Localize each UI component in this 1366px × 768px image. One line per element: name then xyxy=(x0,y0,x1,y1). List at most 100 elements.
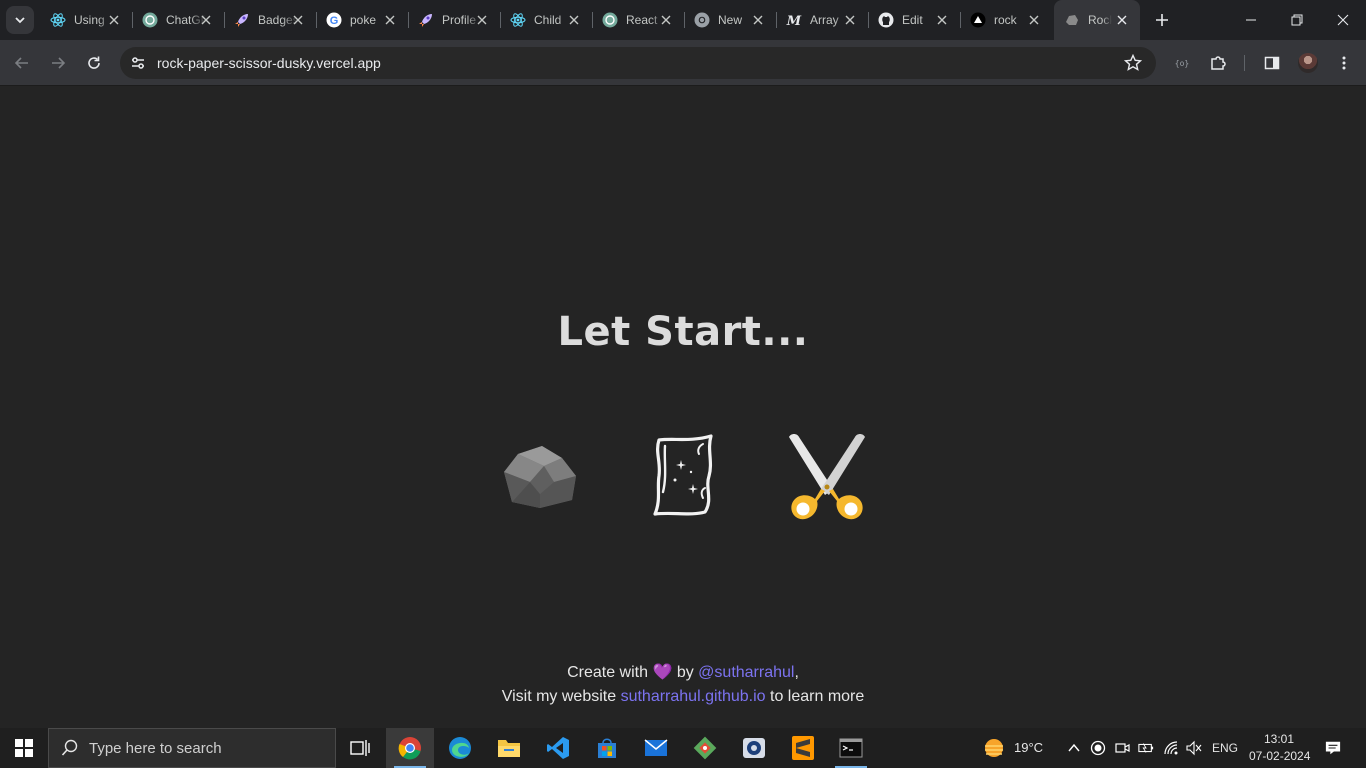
record-icon[interactable] xyxy=(1090,740,1106,756)
close-icon[interactable] xyxy=(290,12,306,28)
close-icon[interactable] xyxy=(382,12,398,28)
clock-date[interactable]: 07-02-2024 xyxy=(1249,749,1310,763)
close-icon[interactable] xyxy=(934,12,950,28)
svg-text:M: M xyxy=(786,14,802,28)
chatgpt-icon xyxy=(142,12,158,28)
menu-button[interactable] xyxy=(1330,49,1358,77)
tab-rock-vercel[interactable]: rock xyxy=(960,6,1052,34)
footer-learn-more: to learn more xyxy=(770,688,865,705)
taskbar-obs[interactable] xyxy=(730,728,778,768)
tab-rock-active[interactable]: Rock xyxy=(1054,0,1140,40)
speaker-muted-icon[interactable] xyxy=(1186,740,1202,756)
taskbar-git[interactable] xyxy=(681,728,729,768)
author-link[interactable]: @sutharrahul xyxy=(698,664,794,681)
close-icon[interactable] xyxy=(106,12,122,28)
close-icon[interactable] xyxy=(1026,12,1042,28)
weather-temp[interactable]: 19°C xyxy=(1014,740,1043,755)
wifi-icon[interactable] xyxy=(1163,740,1179,756)
taskbar-edge[interactable] xyxy=(436,728,484,768)
close-icon[interactable] xyxy=(750,12,766,28)
footer-comma: , xyxy=(794,664,799,681)
close-icon[interactable] xyxy=(198,12,214,28)
tab-profile[interactable]: Profile xyxy=(408,6,501,34)
page-title: Let Start... xyxy=(557,309,809,355)
chrome-icon xyxy=(398,737,421,760)
vscode-icon xyxy=(547,737,569,759)
notification-icon[interactable] xyxy=(1325,740,1341,756)
tab-new[interactable]: New xyxy=(684,6,777,34)
react-icon xyxy=(510,12,526,28)
taskbar-mail[interactable] xyxy=(632,728,680,768)
git-icon xyxy=(693,736,717,760)
footer-visit-text: Visit my website xyxy=(501,688,617,705)
close-icon[interactable] xyxy=(842,12,858,28)
website-link[interactable]: sutharrahul.github.io xyxy=(621,688,766,705)
svg-text:G: G xyxy=(330,15,339,27)
react-icon xyxy=(50,12,66,28)
bookmark-star-icon[interactable] xyxy=(1124,54,1142,72)
address-bar[interactable]: rock-paper-scissor-dusky.vercel.app xyxy=(120,47,1156,79)
tab-array[interactable]: M Array xyxy=(776,6,869,34)
tab-chatgpt[interactable]: ChatGPT xyxy=(132,6,225,34)
taskbar-chrome[interactable] xyxy=(386,728,434,768)
puzzle-icon xyxy=(1211,56,1226,70)
tab-edit[interactable]: Edit xyxy=(868,6,961,34)
clock-time[interactable]: 13:01 xyxy=(1264,732,1294,746)
tab-strip: Using ChatGPT Badges G poke Profile Chil… xyxy=(0,0,1366,40)
rocket-icon xyxy=(418,12,434,28)
chatgpt-icon xyxy=(602,12,618,28)
footer-line-2: Visit my website sutharrahul.github.io t… xyxy=(0,685,1366,709)
svg-text:{o}: {o} xyxy=(1175,59,1189,68)
taskbar-search-box[interactable]: Type here to search xyxy=(48,728,336,768)
taskbar-vscode[interactable] xyxy=(534,728,582,768)
rock-choice-button[interactable] xyxy=(498,440,580,512)
taskbar-file-explorer[interactable] xyxy=(485,728,533,768)
restore-button[interactable] xyxy=(1274,0,1320,40)
close-icon[interactable] xyxy=(474,12,490,28)
google-icon: G xyxy=(326,12,342,28)
chevron-up-icon[interactable] xyxy=(1066,740,1082,756)
forward-button[interactable] xyxy=(44,49,72,77)
url-text[interactable]: rock-paper-scissor-dusky.vercel.app xyxy=(157,55,381,71)
close-icon xyxy=(1337,14,1349,26)
chrome-icon xyxy=(694,12,710,28)
paper-choice-button[interactable] xyxy=(645,430,723,520)
webcam-icon[interactable] xyxy=(1114,740,1130,756)
restore-icon xyxy=(1291,14,1303,26)
close-icon[interactable] xyxy=(1114,12,1130,28)
minimize-button[interactable] xyxy=(1228,0,1274,40)
tab-badges[interactable]: Badges xyxy=(224,6,317,34)
weather-sun-icon xyxy=(985,739,1003,757)
tab-child[interactable]: Child xyxy=(500,6,593,34)
tab-search-button[interactable] xyxy=(6,6,34,34)
side-panel-button[interactable] xyxy=(1258,49,1286,77)
site-settings-icon[interactable] xyxy=(128,53,148,73)
search-icon xyxy=(61,739,78,756)
close-icon[interactable] xyxy=(566,12,582,28)
reload-button[interactable] xyxy=(80,49,108,77)
vercel-icon xyxy=(970,12,986,28)
close-icon[interactable] xyxy=(658,12,674,28)
tab-using[interactable]: Using xyxy=(40,6,133,34)
page-content: Let Start... Create with 💜 by @sutharrah… xyxy=(0,87,1366,728)
start-button[interactable] xyxy=(0,728,48,768)
task-view-button[interactable] xyxy=(336,728,384,768)
taskbar-microsoft-store[interactable] xyxy=(583,728,631,768)
extensions-button[interactable] xyxy=(1204,49,1232,77)
tab-poke[interactable]: G poke xyxy=(316,6,409,34)
taskbar-terminal[interactable] xyxy=(827,728,875,768)
close-window-button[interactable] xyxy=(1320,0,1366,40)
rock-icon xyxy=(1064,12,1080,28)
side-panel-icon xyxy=(1264,56,1280,70)
taskbar-sublime-text[interactable] xyxy=(779,728,827,768)
battery-icon[interactable] xyxy=(1138,740,1154,756)
language-indicator[interactable]: ENG xyxy=(1212,741,1238,755)
tab-react[interactable]: React xyxy=(592,6,685,34)
new-tab-button[interactable] xyxy=(1150,8,1174,32)
footer-create-with: Create with xyxy=(567,664,648,681)
back-button[interactable] xyxy=(8,49,36,77)
profile-avatar[interactable] xyxy=(1298,53,1318,73)
extension-devtools-button[interactable]: {o} xyxy=(1168,49,1196,77)
rock-icon xyxy=(504,446,576,508)
scissors-choice-button[interactable] xyxy=(780,428,874,524)
